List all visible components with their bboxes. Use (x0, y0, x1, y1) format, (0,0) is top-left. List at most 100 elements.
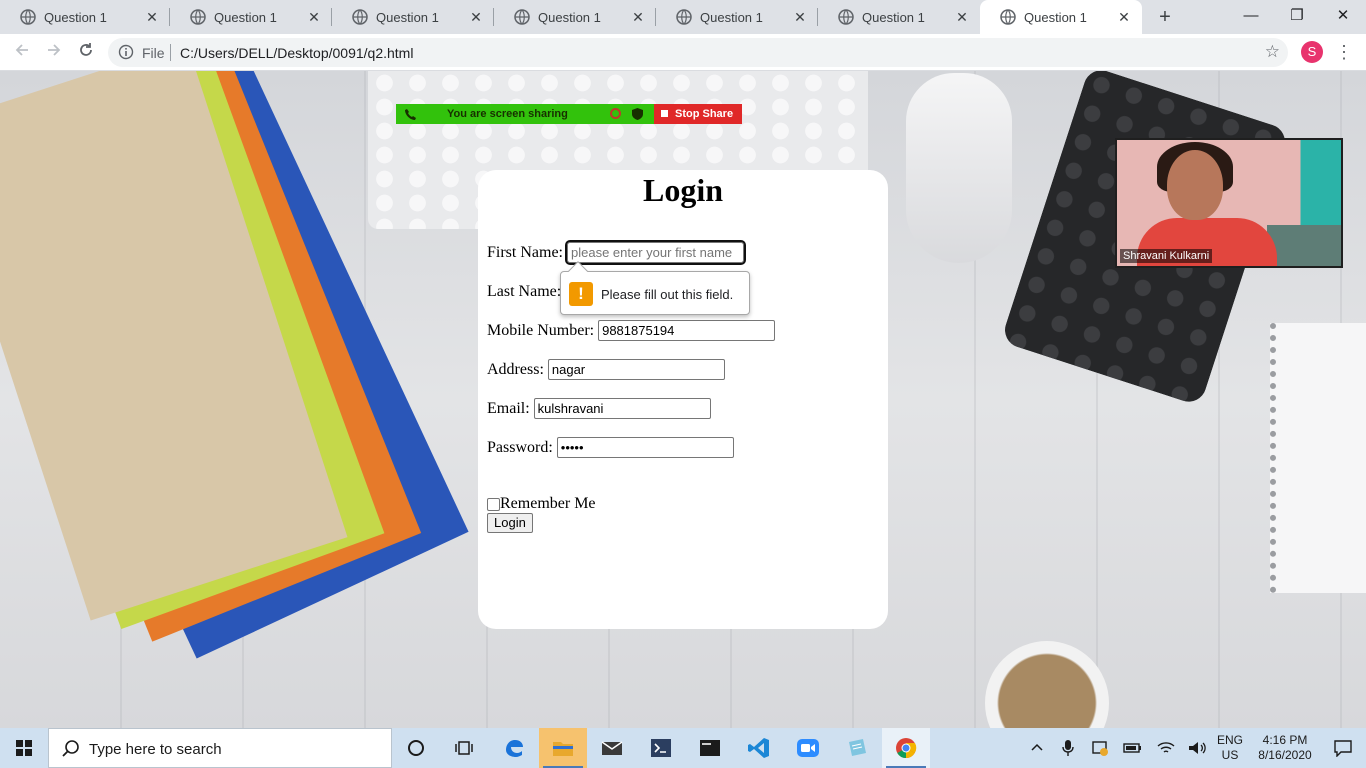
login-button[interactable]: Login (487, 513, 533, 533)
start-button[interactable] (0, 728, 48, 768)
address-input[interactable] (547, 359, 725, 380)
language-code: ENG (1216, 733, 1243, 747)
warning-icon: ! (569, 282, 593, 306)
search-icon (62, 740, 79, 757)
powershell-app[interactable] (637, 728, 685, 768)
zoom-app[interactable] (784, 728, 832, 768)
notes-icon (849, 739, 866, 756)
record-icon (610, 108, 621, 119)
vscode-icon (748, 738, 769, 758)
close-tab-icon[interactable]: ✕ (1116, 9, 1132, 25)
microphone-icon (1062, 740, 1074, 756)
mobile-input[interactable] (598, 320, 776, 341)
tab-title: Question 1 (376, 9, 439, 25)
background-coffee-cup (985, 641, 1109, 728)
browser-tab[interactable]: Question 1 ✕ (0, 0, 170, 34)
globe-icon (676, 9, 692, 25)
first-name-label: First Name: (487, 243, 563, 261)
new-tab-button[interactable]: + (1152, 4, 1178, 30)
tab-title: Question 1 (538, 9, 601, 25)
restore-button[interactable]: ❐ (1274, 0, 1320, 32)
windows-logo-icon (16, 740, 32, 756)
divider (170, 44, 171, 61)
first-name-row: First Name: (487, 240, 746, 265)
close-window-button[interactable]: ✕ (1320, 0, 1366, 32)
wifi-icon (1157, 742, 1175, 753)
minimize-button[interactable]: — (1228, 0, 1274, 32)
email-row: Email: (487, 398, 711, 419)
reload-button[interactable] (74, 40, 98, 64)
vscode-app[interactable] (735, 728, 783, 768)
info-icon[interactable] (118, 44, 134, 60)
folder-icon (553, 742, 573, 756)
terminal-app[interactable] (686, 728, 734, 768)
menu-dots-icon[interactable]: ⋮ (1335, 39, 1353, 65)
email-label: Email: (487, 399, 530, 417)
browser-tab[interactable]: Question 1 ✕ (170, 0, 332, 34)
browser-tab[interactable]: Question 1 ✕ (818, 0, 980, 34)
close-tab-icon[interactable]: ✕ (954, 9, 970, 25)
sticky-app[interactable] (833, 728, 881, 768)
first-name-input[interactable] (565, 240, 746, 265)
chrome-app[interactable] (882, 728, 930, 768)
tab-title: Question 1 (862, 9, 925, 25)
task-view-button[interactable] (392, 728, 440, 768)
battery-tray[interactable] (1122, 728, 1144, 768)
bookmark-star-icon[interactable]: ☆ (1265, 42, 1280, 62)
tab-title: Question 1 (1024, 9, 1087, 25)
search-placeholder: Type here to search (89, 741, 222, 758)
stop-share-button[interactable]: Stop Share (654, 104, 742, 124)
page-content: You are screen sharing Stop Share Login … (0, 71, 1366, 728)
file-explorer-app[interactable] (539, 728, 587, 768)
browser-tab-active[interactable]: Question 1 ✕ (980, 0, 1142, 34)
participant-name: Shravani Kulkarni (1120, 249, 1213, 263)
participant-face (1167, 150, 1223, 220)
notifications-button[interactable] (1320, 728, 1366, 768)
back-button[interactable] (10, 40, 34, 64)
browser-tab[interactable]: Question 1 ✕ (494, 0, 656, 34)
screen-share-bar: You are screen sharing Stop Share (396, 104, 742, 124)
globe-icon (20, 9, 36, 25)
remember-me-row: Remember Me (487, 495, 596, 513)
mail-app[interactable] (588, 728, 636, 768)
close-tab-icon[interactable]: ✕ (144, 9, 160, 25)
volume-tray[interactable] (1186, 728, 1208, 768)
forward-button[interactable] (42, 40, 66, 64)
browser-tab[interactable]: Question 1 ✕ (656, 0, 818, 34)
microphone-tray[interactable] (1058, 728, 1078, 768)
globe-icon (514, 9, 530, 25)
clock-date: 8/16/2020 (1258, 748, 1312, 762)
address-label: Address: (487, 360, 544, 378)
address-bar[interactable]: File C:/Users/DELL/Desktop/0091/q2.html … (108, 38, 1288, 67)
reload-icon (80, 43, 92, 56)
close-tab-icon[interactable]: ✕ (792, 9, 808, 25)
battery-icon (1123, 743, 1141, 753)
task-view-button[interactable] (440, 728, 488, 768)
email-input[interactable] (533, 398, 711, 419)
screen-share-status[interactable]: You are screen sharing (396, 104, 654, 124)
participant-video[interactable]: Shravani Kulkarni (1115, 138, 1343, 268)
phone-icon (405, 109, 416, 120)
clock-time: 4:16 PM (1262, 733, 1308, 747)
browser-tab[interactable]: Question 1 ✕ (332, 0, 494, 34)
show-hidden-icons[interactable] (1027, 728, 1047, 768)
powershell-icon (651, 739, 671, 757)
remember-me-checkbox[interactable] (487, 497, 500, 511)
profile-avatar[interactable]: S (1301, 41, 1323, 63)
zoom-icon (797, 739, 819, 757)
network-tray[interactable] (1155, 728, 1177, 768)
region-code: US (1221, 748, 1239, 762)
close-tab-icon[interactable]: ✕ (306, 9, 322, 25)
system-clock[interactable]: 4:16 PM 8/16/2020 (1250, 733, 1320, 763)
close-tab-icon[interactable]: ✕ (630, 9, 646, 25)
app-tray[interactable] (1090, 728, 1110, 768)
browser-toolbar: File C:/Users/DELL/Desktop/0091/q2.html … (0, 34, 1366, 71)
taskbar-search[interactable]: Type here to search (48, 728, 392, 768)
input-language[interactable]: ENG US (1215, 733, 1245, 763)
password-input[interactable] (556, 437, 734, 458)
arrow-right-icon (48, 44, 61, 56)
edge-app[interactable] (490, 728, 538, 768)
url-text[interactable]: C:/Users/DELL/Desktop/0091/q2.html (180, 45, 413, 61)
stop-share-label: Stop Share (675, 108, 734, 120)
close-tab-icon[interactable]: ✕ (468, 9, 484, 25)
